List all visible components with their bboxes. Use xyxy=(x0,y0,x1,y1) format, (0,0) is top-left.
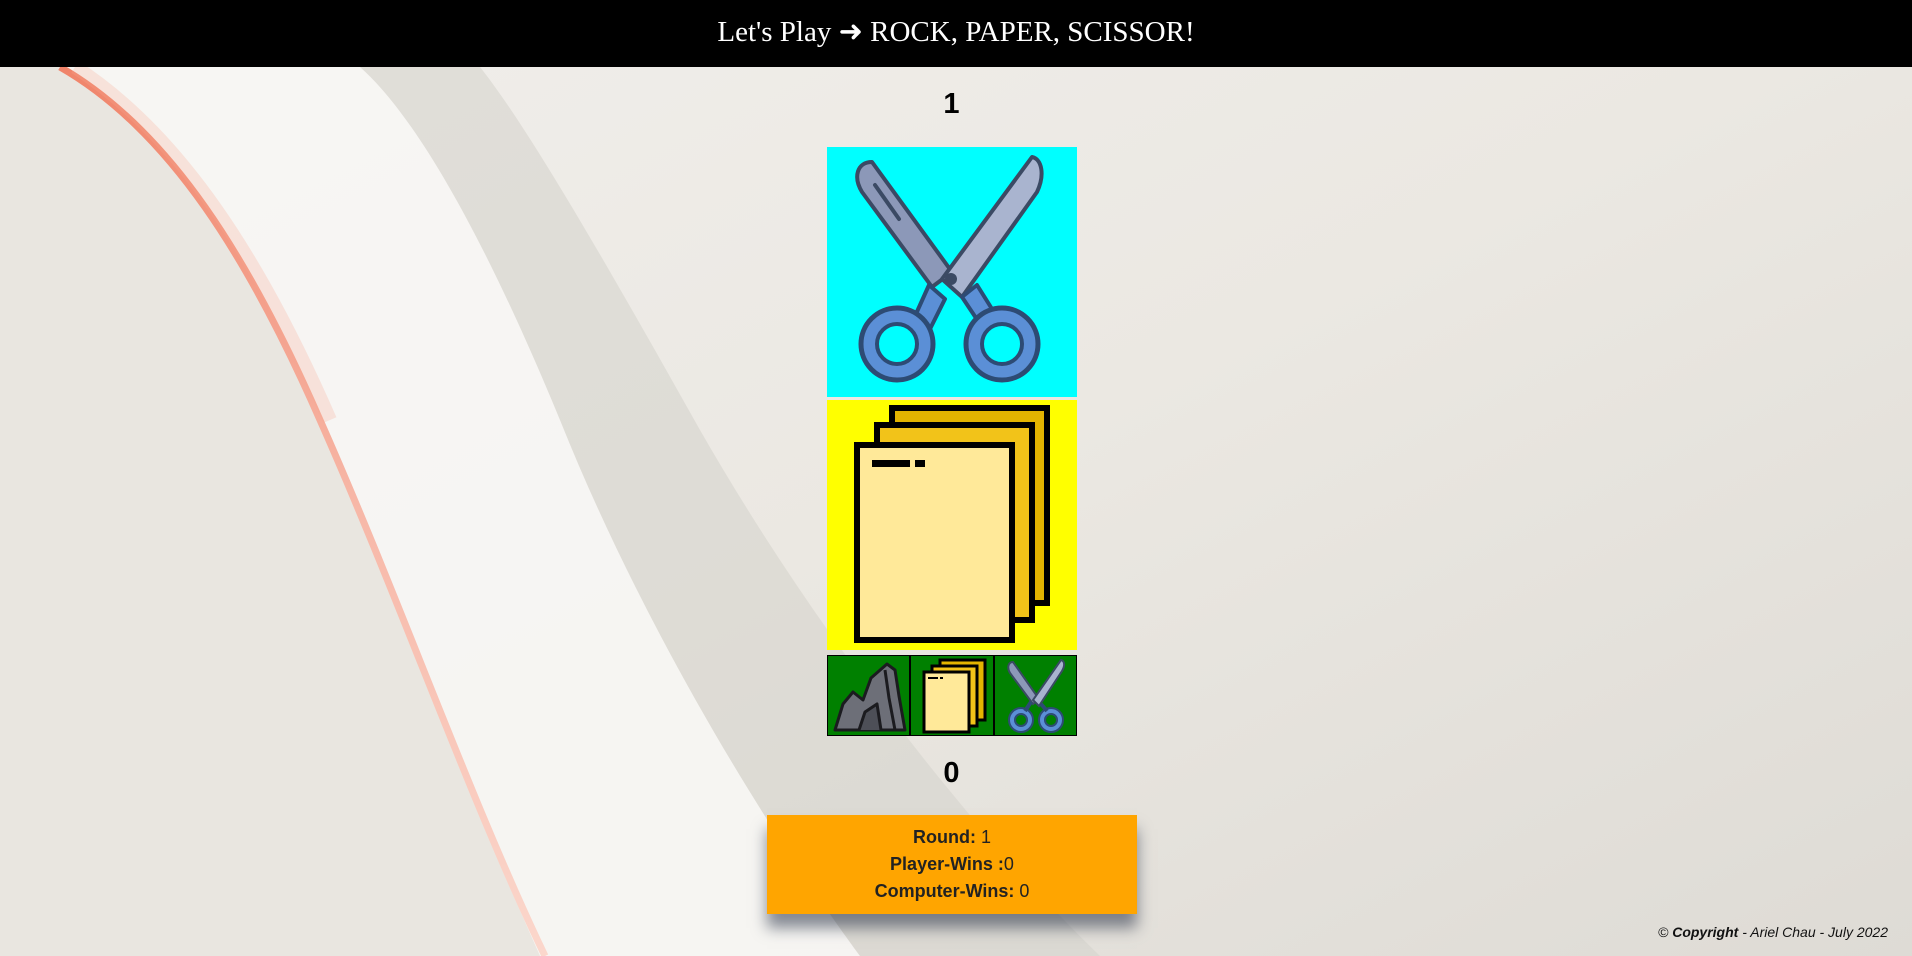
paper-icon xyxy=(922,658,987,734)
paper-button[interactable] xyxy=(911,656,993,735)
round-label: Round: xyxy=(913,827,976,847)
round-value: 1 xyxy=(975,827,991,847)
rock-button[interactable] xyxy=(828,656,910,735)
computer-wins-value: 0 xyxy=(1014,881,1030,901)
scissors-icon xyxy=(855,155,1044,383)
page-title: Let's Play ➜ ROCK, PAPER, SCISSOR! xyxy=(717,16,1195,48)
choice-buttons xyxy=(827,655,1077,736)
computer-choice-card xyxy=(827,147,1077,397)
player-wins-stat: Player-Wins :0 xyxy=(890,851,1014,878)
player-wins-value: 0 xyxy=(1003,854,1014,874)
round-stat: Round: 1 xyxy=(913,824,991,851)
paper-icon xyxy=(854,405,1050,643)
copyright-footer: © Copyright - Ariel Chau - July 2022 xyxy=(1658,924,1888,940)
copyright-word: Copyright xyxy=(1672,924,1739,940)
header-bar: Let's Play ➜ ROCK, PAPER, SCISSOR! xyxy=(0,0,1912,67)
player-score: 0 xyxy=(943,757,960,789)
scissors-button[interactable] xyxy=(994,656,1076,735)
computer-wins-stat: Computer-Wins: 0 xyxy=(875,878,1030,905)
computer-score: 1 xyxy=(943,88,960,120)
player-choice-card xyxy=(827,400,1077,650)
copyright-rest: - Ariel Chau - July 2022 xyxy=(1738,924,1888,940)
computer-wins-label: Computer-Wins: xyxy=(874,881,1015,901)
copyright-symbol: © xyxy=(1658,924,1669,940)
player-wins-label: Player-Wins : xyxy=(890,854,1004,874)
stats-panel: Round: 1 Player-Wins :0 Computer-Wins: 0 xyxy=(767,815,1137,914)
scissors-icon xyxy=(1007,658,1066,733)
rock-icon xyxy=(833,662,907,732)
